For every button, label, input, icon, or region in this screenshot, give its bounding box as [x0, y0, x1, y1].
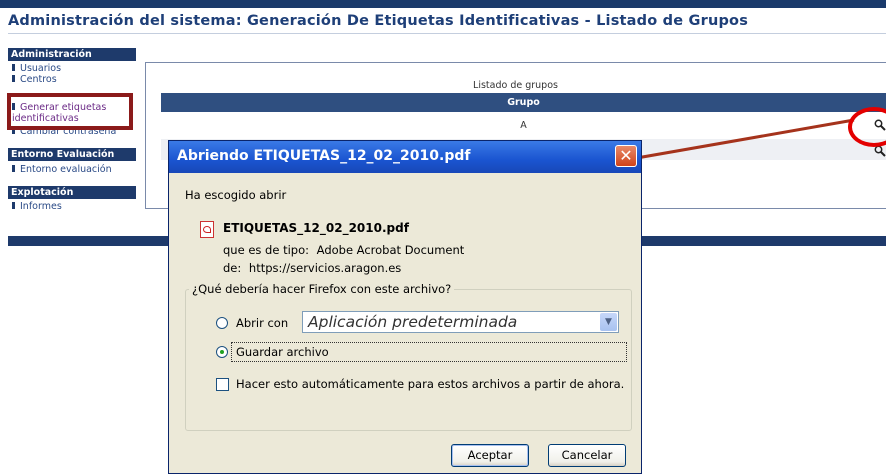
dialog-intro: Ha escogido abrir	[185, 188, 287, 202]
bullet-icon	[12, 64, 15, 71]
list-caption: Listado de grupos	[473, 80, 558, 91]
sidebar-item-label: Entorno evaluación	[20, 164, 112, 175]
title-divider	[8, 33, 886, 34]
close-icon: ✕	[619, 146, 633, 165]
open-with-radio[interactable]	[216, 317, 228, 329]
open-with-label[interactable]: Abrir con	[236, 316, 288, 330]
sidebar-item-label: Informes	[20, 201, 62, 212]
dialog-titlebar[interactable]: Abriendo ETIQUETAS_12_02_2010.pdf ✕	[169, 141, 641, 173]
file-source-row: de: https://servicios.aragon.es	[223, 261, 401, 275]
dialog-title: Abriendo ETIQUETAS_12_02_2010.pdf	[177, 148, 471, 164]
sidebar-item-entorno-evaluacion[interactable]: Entorno evaluación	[12, 164, 112, 175]
close-button[interactable]: ✕	[615, 145, 637, 167]
sidebar-item-informes[interactable]: Informes	[12, 201, 62, 212]
sidebar-item-usuarios[interactable]: Usuarios	[12, 63, 61, 74]
bullet-icon	[12, 75, 15, 82]
top-strip	[0, 0, 886, 8]
cancel-button[interactable]: Cancelar	[548, 444, 626, 467]
sidebar-heading-explotacion: Explotación	[8, 186, 136, 199]
save-file-label[interactable]: Guardar archivo	[236, 345, 329, 359]
bullet-icon	[12, 202, 15, 209]
auto-action-checkbox[interactable]	[216, 378, 229, 391]
accept-button[interactable]: Aceptar	[451, 444, 529, 467]
file-source-label: de:	[223, 261, 242, 275]
page-title: Administración del sistema: Generación D…	[8, 13, 749, 29]
file-source-url: https://servicios.aragon.es	[248, 261, 402, 275]
sidebar-item-centros[interactable]: Centros	[12, 74, 57, 85]
file-type-value: Adobe Acrobat Document	[316, 243, 465, 257]
auto-action-label[interactable]: Hacer esto automáticamente para estos ar…	[236, 377, 624, 391]
sidebar-heading-entorno: Entorno Evaluación	[8, 148, 136, 161]
pdf-file-icon	[200, 221, 214, 238]
file-type-label: que es de tipo:	[223, 243, 309, 257]
application-select-value: Aplicación predeterminada	[308, 313, 518, 331]
file-name: ETIQUETAS_12_02_2010.pdf	[223, 221, 409, 235]
sidebar-item-label: Centros	[20, 74, 57, 85]
action-question: ¿Qué debería hacer Firefox con este arch…	[189, 282, 455, 296]
sidebar-heading-admin: Administración sistema	[8, 48, 136, 73]
annotation-highlight-box	[7, 93, 133, 130]
download-dialog: Abriendo ETIQUETAS_12_02_2010.pdf ✕ Ha e…	[168, 140, 642, 474]
application-select[interactable]: Aplicación predeterminada ▼	[302, 311, 619, 333]
sidebar-item-label: Usuarios	[20, 63, 62, 74]
bullet-icon	[12, 165, 15, 172]
save-file-radio[interactable]	[216, 346, 228, 358]
file-type-row: que es de tipo: Adobe Acrobat Document	[223, 243, 464, 257]
chevron-down-icon[interactable]: ▼	[600, 313, 617, 331]
